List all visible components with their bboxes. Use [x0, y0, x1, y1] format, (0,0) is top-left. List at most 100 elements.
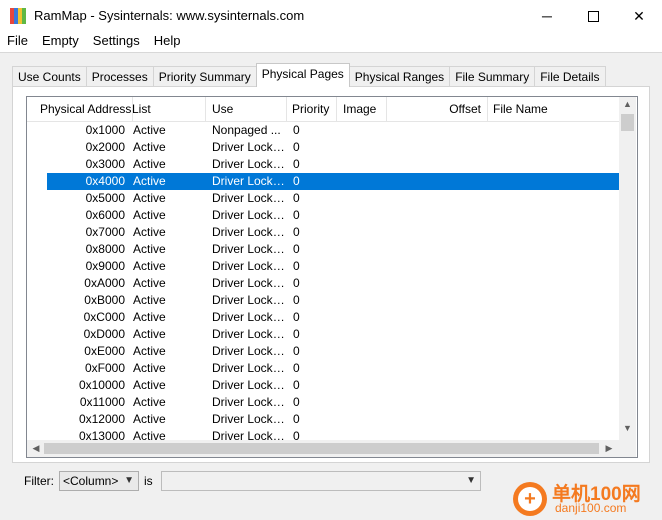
table-row[interactable]: 0x3000 Active Driver Locked 0: [27, 156, 619, 173]
scroll-up-icon[interactable]: ▲: [619, 99, 636, 113]
cell-list: Active: [133, 412, 166, 426]
watermark-logo-icon: +: [513, 482, 547, 516]
table-row[interactable]: 0x9000 Active Driver Locked 0: [27, 258, 619, 275]
cell-use: Driver Locked: [212, 361, 286, 375]
cell-use: Driver Locked: [212, 225, 286, 239]
table-row[interactable]: 0x11000 Active Driver Locked 0: [27, 394, 619, 411]
cell-physical-address: 0xF000: [84, 361, 125, 375]
cell-list: Active: [133, 157, 166, 171]
cell-priority: 0: [293, 344, 300, 358]
cell-use: Driver Locked: [212, 344, 286, 358]
table-row[interactable]: 0xD000 Active Driver Locked 0: [27, 326, 619, 343]
table-row[interactable]: 0x2000 Active Driver Locked 0: [27, 139, 619, 156]
cell-priority: 0: [293, 361, 300, 375]
cell-physical-address: 0xE000: [84, 344, 125, 358]
cell-physical-address: 0x2000: [85, 140, 125, 154]
table-row[interactable]: 0x7000 Active Driver Locked 0: [27, 224, 619, 241]
horizontal-scrollbar[interactable]: ◀ ▶: [27, 440, 619, 457]
table-row[interactable]: 0x4000 Active Driver Locked 0: [27, 173, 619, 190]
cell-use: Driver Locked: [212, 259, 286, 273]
minimize-button[interactable]: ─: [524, 0, 570, 32]
scrollbar-corner: [619, 440, 636, 457]
cell-priority: 0: [293, 123, 300, 137]
cell-list: Active: [133, 123, 166, 137]
cell-use: Driver Locked: [212, 429, 286, 440]
cell-priority: 0: [293, 429, 300, 440]
cell-use: Driver Locked: [212, 208, 286, 222]
menu-empty[interactable]: Empty: [35, 32, 86, 52]
filter-column-select[interactable]: <Column> ▼: [59, 471, 139, 491]
table-row[interactable]: 0x12000 Active Driver Locked 0: [27, 411, 619, 428]
table-row[interactable]: 0x6000 Active Driver Locked 0: [27, 207, 619, 224]
tab-physical-ranges[interactable]: Physical Ranges: [348, 66, 451, 87]
column-list[interactable]: List: [126, 97, 206, 121]
cell-physical-address: 0xA000: [84, 276, 125, 290]
tab-physical-pages[interactable]: Physical Pages: [255, 63, 350, 87]
column-image[interactable]: Image: [337, 97, 387, 121]
cell-list: Active: [133, 276, 166, 290]
cell-physical-address: 0x10000: [78, 378, 125, 392]
cell-physical-address: 0x11000: [79, 395, 125, 409]
column-priority[interactable]: Priority: [286, 97, 337, 121]
cell-physical-address: 0xB000: [84, 293, 125, 307]
cell-list: Active: [133, 361, 166, 375]
tab-file-details[interactable]: File Details: [534, 66, 606, 87]
horizontal-scroll-thumb[interactable]: [44, 443, 599, 454]
maximize-icon: [587, 10, 599, 22]
cell-use: Driver Locked: [212, 327, 286, 341]
table-row[interactable]: 0xC000 Active Driver Locked 0: [27, 309, 619, 326]
filter-is-label: is: [144, 474, 153, 488]
cell-priority: 0: [293, 293, 300, 307]
filter-value-select[interactable]: ▼: [161, 471, 481, 491]
table-row[interactable]: 0x1000 Active Nonpaged ... 0: [27, 122, 619, 139]
cell-list: Active: [133, 191, 166, 205]
scroll-right-icon[interactable]: ▶: [602, 440, 616, 457]
vertical-scroll-thumb[interactable]: [621, 114, 634, 131]
cell-list: Active: [133, 327, 166, 341]
chevron-down-icon: ▼: [466, 475, 476, 486]
cell-use: Driver Locked: [212, 310, 286, 324]
tab-use-counts[interactable]: Use Counts: [12, 66, 87, 87]
cell-physical-address: 0x9000: [85, 259, 125, 273]
table-row[interactable]: 0x13000 Active Driver Locked 0: [27, 428, 619, 440]
table-row[interactable]: 0x5000 Active Driver Locked 0: [27, 190, 619, 207]
cell-list: Active: [133, 225, 166, 239]
cell-priority: 0: [293, 395, 300, 409]
cell-priority: 0: [293, 191, 300, 205]
list-body: 0x1000 Active Nonpaged ... 0 0x2000 Active Dri…: [27, 122, 619, 440]
column-physical-address[interactable]: Physical Address: [27, 97, 133, 121]
rammap-app-icon[interactable]: [10, 8, 26, 24]
filter-column-value: <Column>: [63, 474, 119, 488]
cell-use: Driver Locked: [212, 140, 286, 154]
scroll-left-icon[interactable]: ◀: [29, 440, 43, 457]
column-file-name[interactable]: File Name: [487, 97, 619, 121]
cell-use: Driver Locked: [212, 293, 286, 307]
tab-priority-summary[interactable]: Priority Summary: [152, 66, 257, 87]
table-row[interactable]: 0xB000 Active Driver Locked 0: [27, 292, 619, 309]
physical-pages-list[interactable]: Physical Address List Use Priority Image…: [26, 96, 638, 458]
cell-use: Nonpaged ...: [212, 123, 281, 137]
table-row[interactable]: 0x10000 Active Driver Locked 0: [27, 377, 619, 394]
cell-physical-address: 0xD000: [83, 327, 125, 341]
cell-use: Driver Locked: [212, 378, 286, 392]
table-row[interactable]: 0xE000 Active Driver Locked 0: [27, 343, 619, 360]
cell-priority: 0: [293, 259, 300, 273]
menu-help[interactable]: Help: [147, 32, 188, 52]
close-button[interactable]: ✕: [616, 0, 662, 32]
scroll-down-icon[interactable]: ▼: [619, 423, 636, 437]
table-row[interactable]: 0xF000 Active Driver Locked 0: [27, 360, 619, 377]
table-row[interactable]: 0x8000 Active Driver Locked 0: [27, 241, 619, 258]
cell-physical-address: 0x5000: [85, 191, 125, 205]
column-use[interactable]: Use: [206, 97, 287, 121]
tab-processes[interactable]: Processes: [85, 66, 154, 87]
vertical-scrollbar[interactable]: ▲ ▼: [619, 97, 636, 440]
cell-use: Driver Locked: [212, 242, 286, 256]
cell-priority: 0: [293, 140, 300, 154]
cell-physical-address: 0x1000: [85, 123, 125, 137]
column-offset[interactable]: Offset: [387, 97, 488, 121]
tab-file-summary[interactable]: File Summary: [449, 66, 536, 87]
menu-settings[interactable]: Settings: [86, 32, 147, 52]
table-row[interactable]: 0xA000 Active Driver Locked 0: [27, 275, 619, 292]
menu-file[interactable]: File: [0, 32, 35, 52]
maximize-button[interactable]: [570, 0, 616, 32]
